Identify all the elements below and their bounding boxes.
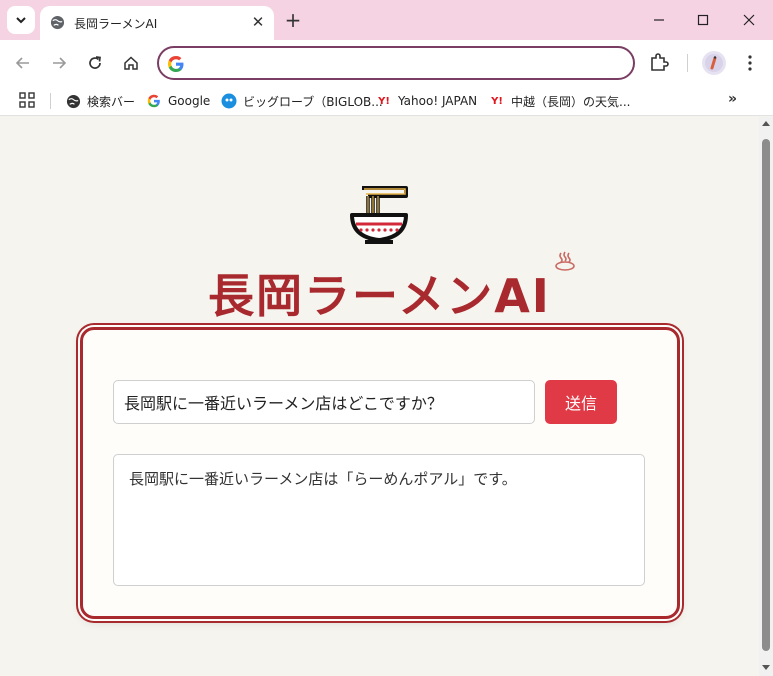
bookmark-item[interactable]: Y! Yahoo! JAPAN: [376, 92, 477, 110]
bookmark-label: ビッグローブ（BIGLOB...: [243, 94, 383, 109]
scroll-down-arrow-icon[interactable]: [762, 665, 770, 670]
tab-bar: 長岡ラーメンAI ✕ +: [0, 0, 773, 40]
bookmark-item[interactable]: Y! 中越（長岡）の天気...: [489, 92, 630, 110]
chevron-down-icon: [16, 17, 26, 24]
yahoo-icon: Y!: [491, 95, 503, 107]
bookmarks-bar: 検索バー Google ビッグローブ（BIGLOB... Y! Yahoo! J…: [0, 86, 773, 116]
close-window-button[interactable]: [735, 6, 763, 34]
ramen-bowl-icon: [350, 186, 408, 244]
scroll-up-arrow-icon[interactable]: [762, 121, 770, 126]
home-button[interactable]: [118, 50, 144, 76]
avatar-icon: [705, 54, 723, 72]
browser-toolbar: [0, 40, 773, 86]
biglobe-icon: [221, 93, 237, 109]
back-button[interactable]: [10, 50, 36, 76]
bookmark-label: 中越（長岡）の天気...: [511, 94, 631, 109]
hot-spring-icon: [555, 251, 575, 271]
puzzle-icon: [651, 53, 669, 71]
reload-icon: [89, 56, 101, 69]
scrollbar-thumb[interactable]: [762, 139, 770, 651]
close-icon: [743, 14, 755, 26]
apps-button[interactable]: [19, 92, 35, 112]
page-viewport: 長岡ラーメンAI 送信 長岡駅に一番近いラーメン店は「らーめんポアル」です。: [0, 117, 759, 676]
address-bar[interactable]: [157, 46, 635, 80]
minimize-button[interactable]: [645, 6, 673, 34]
active-tab[interactable]: 長岡ラーメンAI ✕: [40, 6, 274, 40]
more-menu-button[interactable]: [740, 51, 760, 75]
tab-close-icon[interactable]: ✕: [248, 12, 268, 32]
profile-avatar[interactable]: [702, 51, 726, 75]
chat-card: 送信 長岡駅に一番近いラーメン店は「らーめんポアル」です。: [80, 327, 680, 619]
yahoo-icon: Y!: [378, 95, 390, 107]
home-icon: [124, 56, 138, 70]
tab-search-button[interactable]: [7, 6, 35, 34]
bookmark-item[interactable]: 検索バー: [65, 92, 135, 110]
new-tab-button[interactable]: +: [282, 8, 304, 32]
bookmark-label: Google: [168, 94, 211, 108]
bookmark-label: Yahoo! JAPAN: [398, 94, 478, 108]
bookmarks-separator: [50, 93, 51, 109]
tab-title: 長岡ラーメンAI: [74, 17, 158, 31]
maximize-button[interactable]: [689, 6, 717, 34]
reload-button[interactable]: [82, 50, 108, 76]
bookmark-label: 検索バー: [87, 94, 136, 109]
page-title: 長岡ラーメンAI: [208, 269, 551, 323]
kebab-icon: [748, 55, 752, 71]
bookmarks-overflow-button[interactable]: »: [728, 91, 737, 107]
vertical-scrollbar[interactable]: [759, 117, 773, 676]
arrow-right-icon: [53, 57, 67, 69]
bookmark-item[interactable]: ビッグローブ（BIGLOB...: [221, 92, 383, 110]
arrow-left-icon: [15, 57, 29, 69]
google-icon: [146, 93, 162, 109]
maximize-icon: [697, 14, 709, 26]
answer-box: 長岡駅に一番近いラーメン店は「らーめんポアル」です。: [113, 454, 645, 586]
send-button[interactable]: 送信: [545, 380, 617, 424]
extensions-button[interactable]: [648, 51, 672, 75]
forward-button[interactable]: [46, 50, 72, 76]
toolbar-separator: [687, 54, 688, 72]
google-icon: [167, 55, 185, 77]
apps-grid-icon: [19, 92, 35, 108]
minimize-icon: [654, 19, 664, 21]
address-input[interactable]: [193, 54, 613, 74]
question-input[interactable]: [113, 380, 535, 424]
globe-icon: [50, 15, 65, 34]
bookmark-item[interactable]: Google: [146, 92, 210, 110]
globe-icon: [65, 93, 81, 109]
